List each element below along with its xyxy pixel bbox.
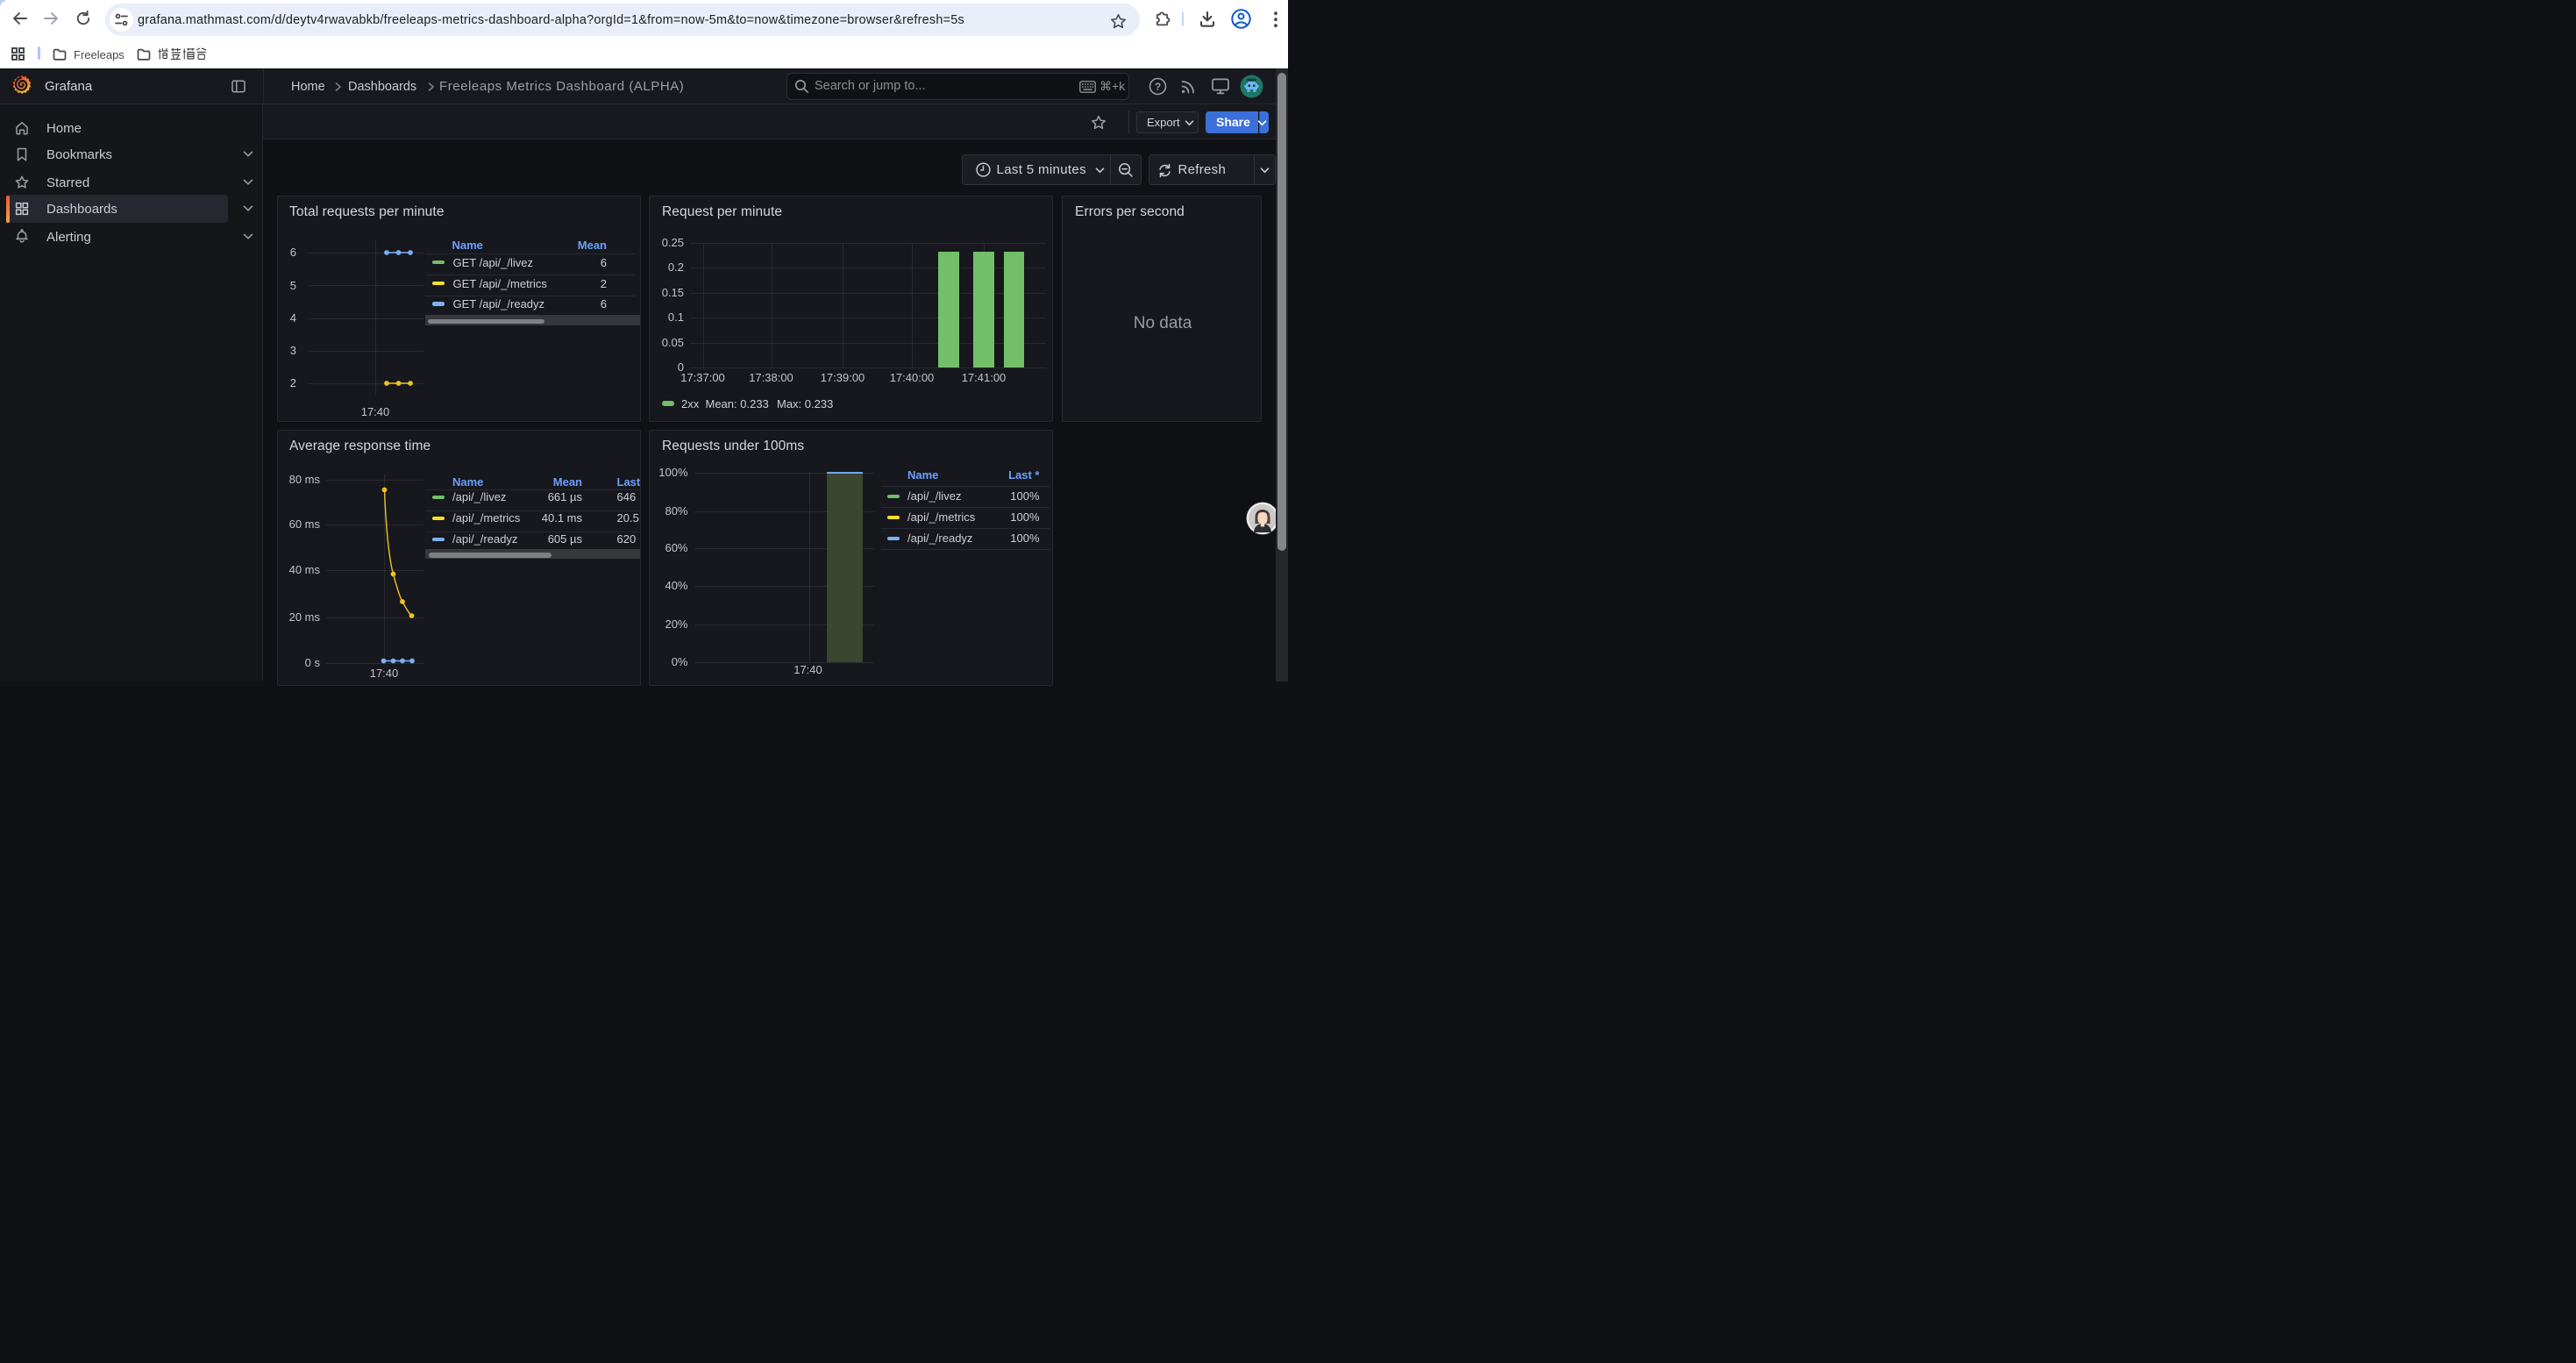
svg-text:?: ? bbox=[1155, 81, 1161, 93]
